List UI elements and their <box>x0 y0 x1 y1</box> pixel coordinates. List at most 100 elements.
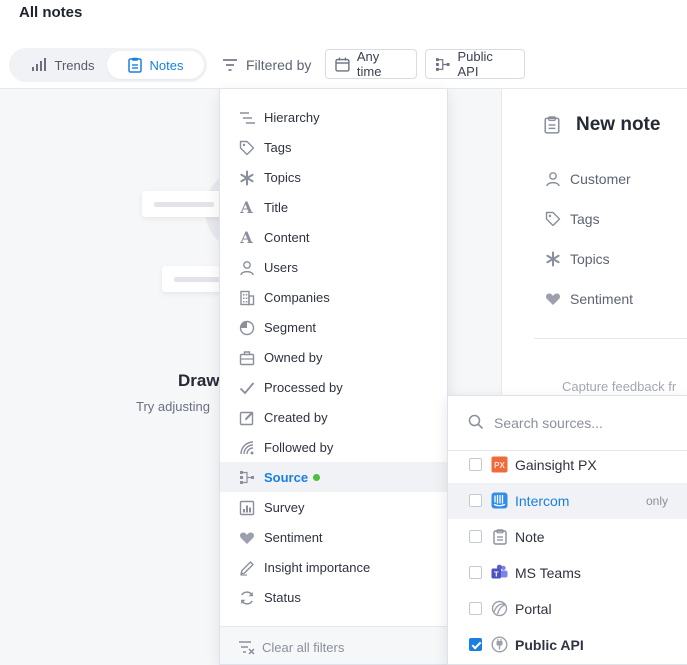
filter-menu-footer: Clear all filters <box>220 626 447 664</box>
asterisk-icon <box>546 251 560 267</box>
source-item-label: MS Teams <box>515 565 581 581</box>
filter-item-title[interactable]: A Title <box>220 192 447 222</box>
tab-trends[interactable]: Trends <box>15 51 110 79</box>
chart-box-icon <box>238 499 255 516</box>
customer-field-label: Customer <box>570 171 631 187</box>
source-search-input[interactable] <box>494 412 674 434</box>
active-filter-dot <box>313 474 321 482</box>
source-item-intercom[interactable]: Intercom only <box>448 483 687 519</box>
heart-icon <box>545 293 561 305</box>
filter-item-label: Survey <box>264 500 305 515</box>
tab-notes[interactable]: Notes <box>107 51 204 79</box>
new-note-header: New note <box>544 114 660 136</box>
tab-notes-label: Notes <box>149 57 184 73</box>
source-checkbox[interactable] <box>469 494 482 507</box>
public-api-label: Public API <box>457 49 493 79</box>
api-plug-icon <box>491 636 508 653</box>
sentiment-field-label: Sentiment <box>570 291 634 307</box>
filter-item-tags[interactable]: Tags <box>220 132 447 162</box>
filter-item-label: Status <box>264 590 301 605</box>
filter-item-followed-by[interactable]: Followed by <box>220 432 447 462</box>
source-checkbox[interactable] <box>469 602 482 615</box>
filter-menu: Hierarchy Tags Topics A Title A Content … <box>219 89 448 665</box>
public-api-filter-chip[interactable]: Public API <box>425 49 525 79</box>
user-icon <box>546 172 560 187</box>
source-item-gainsight-px[interactable]: PX Gainsight PX <box>448 447 687 483</box>
filtered-by-button[interactable]: Filtered by <box>222 53 311 77</box>
tag-icon <box>238 139 255 156</box>
source-item-label: Gainsight PX <box>515 457 597 473</box>
only-button[interactable]: only <box>646 494 668 508</box>
source-item-public-api[interactable]: Public API <box>448 627 687 663</box>
filtered-by-label: Filtered by <box>246 57 312 73</box>
page-title: All notes <box>19 4 83 21</box>
clipboard-icon <box>127 57 142 73</box>
search-icon <box>468 414 484 430</box>
source-icon <box>435 57 450 71</box>
filter-item-label: Followed by <box>264 440 334 455</box>
clear-all-filters-button[interactable]: Clear all filters <box>238 640 344 655</box>
filter-item-label: Users <box>264 260 298 275</box>
filter-item-hierarchy[interactable]: Hierarchy <box>220 102 447 132</box>
pencil-icon <box>238 559 255 576</box>
filter-item-insight-importance[interactable]: Insight importance <box>220 552 447 582</box>
source-item-note[interactable]: Note <box>448 519 687 555</box>
filter-item-companies[interactable]: Companies <box>220 282 447 312</box>
filter-item-survey[interactable]: Survey <box>220 492 447 522</box>
bar-chart-icon <box>31 58 46 71</box>
edit-icon <box>238 409 255 426</box>
tags-field-label: Tags <box>570 211 600 227</box>
filter-item-label: Topics <box>264 170 301 185</box>
filter-item-source-label: Source <box>264 470 309 485</box>
empty-state-subtitle: Try adjusting <box>136 399 210 414</box>
source-submenu: PX Gainsight PX Intercom only Note T MS … <box>447 395 687 665</box>
view-toggle: Trends Notes <box>9 48 207 82</box>
filter-item-label: Title <box>264 200 289 215</box>
sentiment-field[interactable]: Sentiment <box>545 291 633 307</box>
pie-icon <box>238 319 255 336</box>
filter-icon <box>223 59 237 71</box>
source-checkbox[interactable] <box>469 530 482 543</box>
filter-item-label: Sentiment <box>264 530 323 545</box>
filter-item-sentiment[interactable]: Sentiment <box>220 522 447 552</box>
source-item-label: Note <box>515 529 545 545</box>
check-icon <box>238 379 255 396</box>
filter-item-created-by[interactable]: Created by <box>220 402 447 432</box>
tags-field[interactable]: Tags <box>545 211 600 227</box>
filter-item-label: Tags <box>264 140 292 155</box>
clipboard-icon <box>544 116 560 134</box>
new-note-title: New note <box>576 114 661 135</box>
source-checkbox[interactable] <box>469 458 482 471</box>
heart-icon <box>238 529 255 546</box>
user-icon <box>238 259 255 276</box>
svg-text:T: T <box>494 570 499 579</box>
source-item-ms-teams[interactable]: T MS Teams <box>448 555 687 591</box>
any-time-filter-chip[interactable]: Any time <box>325 49 417 79</box>
filter-item-content[interactable]: A Content <box>220 222 447 252</box>
capture-feedback-placeholder[interactable]: Capture feedback fr <box>562 379 676 394</box>
svg-text:PX: PX <box>494 461 505 470</box>
source-item-portal[interactable]: Portal <box>448 591 687 627</box>
filter-item-label: Insight importance <box>264 560 371 575</box>
tag-icon <box>545 211 561 227</box>
source-checkbox[interactable] <box>469 566 482 579</box>
briefcase-icon <box>238 349 255 366</box>
filter-item-processed-by[interactable]: Processed by <box>220 372 447 402</box>
topics-field-label: Topics <box>570 251 610 267</box>
filter-item-label: Segment <box>264 320 317 335</box>
filter-item-segment[interactable]: Segment <box>220 312 447 342</box>
source-search <box>448 396 687 451</box>
filter-item-topics[interactable]: Topics <box>220 162 447 192</box>
filter-item-users[interactable]: Users <box>220 252 447 282</box>
source-checkbox-checked[interactable] <box>469 638 482 651</box>
filter-item-status[interactable]: Status <box>220 582 447 612</box>
clear-filter-icon <box>239 641 255 655</box>
topics-field[interactable]: Topics <box>545 251 610 267</box>
filter-item-owned-by[interactable]: Owned by <box>220 342 447 372</box>
customer-field[interactable]: Customer <box>545 171 631 187</box>
tab-trends-label: Trends <box>54 57 95 73</box>
source-item-label: Public API <box>515 637 584 653</box>
ms-teams-icon: T <box>491 564 508 581</box>
filter-item-source[interactable]: Source <box>220 462 447 492</box>
empty-state-title: Draw <box>178 371 220 390</box>
